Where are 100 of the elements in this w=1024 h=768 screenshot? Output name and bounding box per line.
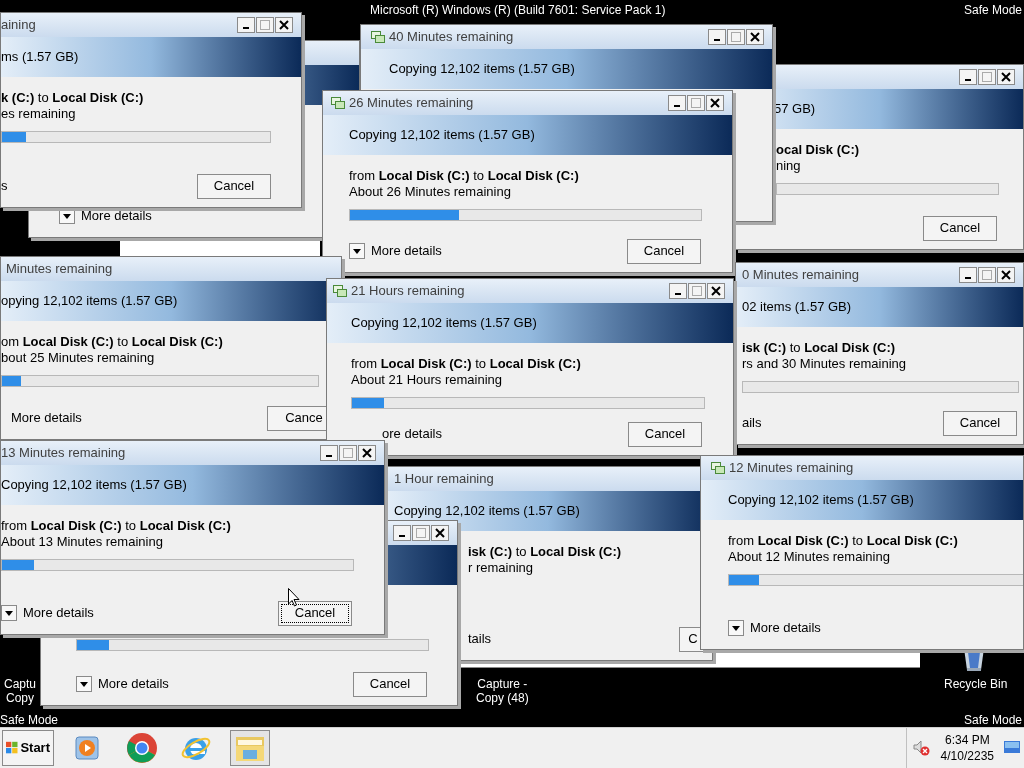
copy-summary: ms (1.57 GB)	[1, 48, 79, 67]
close-button[interactable]	[997, 267, 1015, 283]
more-details-label[interactable]: ore details	[382, 424, 442, 444]
copy-route: ocal Disk (C:)	[776, 142, 861, 158]
copy-route: from Local Disk (C:) to Local Disk (C:)	[728, 533, 959, 549]
muted-speaker-icon	[912, 740, 931, 756]
desktop-icon-label[interactable]: Recycle Bin	[944, 677, 1008, 691]
time-remaining: es remaining	[1, 106, 77, 122]
copy-route: om Local Disk (C:) to Local Disk (C:)	[1, 334, 224, 350]
window-title: aining	[1, 16, 36, 35]
minimize-button[interactable]	[959, 267, 977, 283]
time-remaining: r remaining	[468, 560, 535, 576]
minimize-button[interactable]	[668, 95, 686, 111]
desktop-icon-label[interactable]: Capture - Copy (48)	[476, 677, 529, 705]
close-button[interactable]	[275, 17, 293, 33]
build-info-text: Microsoft (R) Windows (R) (Build 7601: Service Pack 1)	[370, 2, 666, 19]
caret-icon	[80, 681, 88, 687]
close-icon	[710, 98, 720, 108]
cancel-button[interactable]: Cancel	[353, 671, 427, 697]
cancel-button[interactable]: Cancel	[943, 410, 1017, 436]
copy-route: isk (C:) to Local Disk (C:)	[468, 544, 623, 560]
copy-icon	[331, 97, 345, 109]
copy-route: from Local Disk (C:) to Local Disk (C:)	[351, 356, 582, 372]
cursor-icon	[288, 588, 300, 607]
safe-mode-label: Safe Mode	[0, 712, 59, 727]
more-details-label[interactable]: More details	[750, 618, 821, 638]
close-icon	[435, 528, 445, 538]
minimize-button[interactable]	[237, 17, 255, 33]
copy-summary: Copying 12,102 items (1.57 GB)	[728, 491, 914, 510]
close-button[interactable]	[358, 445, 376, 461]
safe-mode-label: Safe Mode	[963, 712, 1022, 727]
close-icon	[362, 448, 372, 458]
more-details-label[interactable]: More details	[81, 206, 152, 226]
cancel-button[interactable]: Cancel	[197, 173, 271, 199]
cancel-button[interactable]: Cancel	[278, 600, 352, 626]
time-remaining: bout 25 Minutes remaining	[1, 350, 156, 366]
copy-summary: Copying 12,102 items (1.57 GB)	[394, 502, 580, 521]
browser-icon	[126, 732, 158, 764]
copy-icon	[711, 462, 725, 474]
time-remaining: ning	[776, 158, 802, 174]
cancel-button[interactable]: Cancel	[627, 238, 701, 264]
taskbar-button[interactable]	[230, 730, 270, 766]
close-button[interactable]	[707, 283, 725, 299]
more-details-label[interactable]: More details	[371, 241, 442, 261]
maximize-icon	[692, 286, 702, 296]
minimize-button[interactable]	[393, 525, 411, 541]
show-desktop-icon[interactable]	[1004, 741, 1020, 755]
window-title: 26 Minutes remaining	[349, 94, 474, 113]
copy-route: k (C:) to Local Disk (C:)	[1, 90, 145, 106]
safe-mode-label: Safe Mode	[963, 2, 1022, 19]
minimize-button[interactable]	[708, 29, 726, 45]
window-title: 12 Minutes remaining	[729, 459, 854, 478]
cancel-button[interactable]: Cancel	[628, 421, 702, 447]
more-details-label[interactable]: tails	[468, 629, 492, 649]
expand-button[interactable]	[76, 676, 92, 692]
maximize-icon	[731, 32, 741, 42]
maximize-icon	[260, 20, 270, 30]
caret-icon	[5, 610, 13, 616]
copy-icon	[371, 31, 385, 43]
close-icon	[1001, 270, 1011, 280]
window-title: 21 Hours remaining	[351, 282, 465, 301]
copy-summary: Copying 12,102 items (1.57 GB)	[1, 476, 187, 495]
expand-button[interactable]	[1, 605, 17, 621]
close-button[interactable]	[746, 29, 764, 45]
play-icon	[74, 734, 102, 762]
copy-summary: opying 12,102 items (1.57 GB)	[1, 292, 178, 311]
close-button[interactable]	[997, 69, 1015, 85]
window-title: Minutes remaining	[6, 260, 113, 279]
time-remaining: rs and 30 Minutes remaining	[742, 356, 908, 372]
minimize-button[interactable]	[959, 69, 977, 85]
copy-route: from Local Disk (C:) to Local Disk (C:)	[1, 518, 232, 534]
window-title: 13 Minutes remaining	[1, 444, 126, 463]
time-remaining: About 21 Hours remaining	[351, 372, 504, 388]
copy-summary: Copying 12,102 items (1.57 GB)	[389, 60, 575, 79]
copy-icon	[333, 285, 347, 297]
more-details-label[interactable]: s	[1, 176, 8, 196]
cancel-button[interactable]: Cancel	[923, 215, 997, 241]
time-remaining: About 12 Minutes remaining	[728, 549, 891, 565]
clock-time[interactable]: 6:34 PM	[944, 732, 990, 748]
minimize-button[interactable]	[669, 283, 687, 299]
start-button[interactable]: Start	[2, 730, 54, 766]
time-remaining: About 13 Minutes remaining	[1, 534, 164, 550]
more-details-label[interactable]: ails	[742, 413, 762, 433]
close-icon	[279, 20, 289, 30]
more-details-label[interactable]: More details	[98, 674, 169, 694]
more-details-label[interactable]: More details	[11, 408, 82, 428]
window-title: 0 Minutes remaining	[742, 266, 860, 285]
close-button[interactable]	[431, 525, 449, 541]
clock-date[interactable]: 4/10/2235	[940, 748, 994, 764]
window-title: 1 Hour remaining	[394, 470, 494, 489]
time-remaining: About 26 Minutes remaining	[349, 184, 512, 200]
expand-button[interactable]	[349, 243, 365, 259]
desktop-icon-label[interactable]: Captu Copy	[4, 677, 37, 705]
expand-button[interactable]	[728, 620, 744, 636]
copy-summary: 02 items (1.57 GB)	[742, 298, 852, 317]
close-icon	[1001, 72, 1011, 82]
close-button[interactable]	[706, 95, 724, 111]
minimize-button[interactable]	[320, 445, 338, 461]
copy-summary: Copying 12,102 items (1.57 GB)	[351, 314, 537, 333]
more-details-label[interactable]: More details	[23, 603, 94, 623]
